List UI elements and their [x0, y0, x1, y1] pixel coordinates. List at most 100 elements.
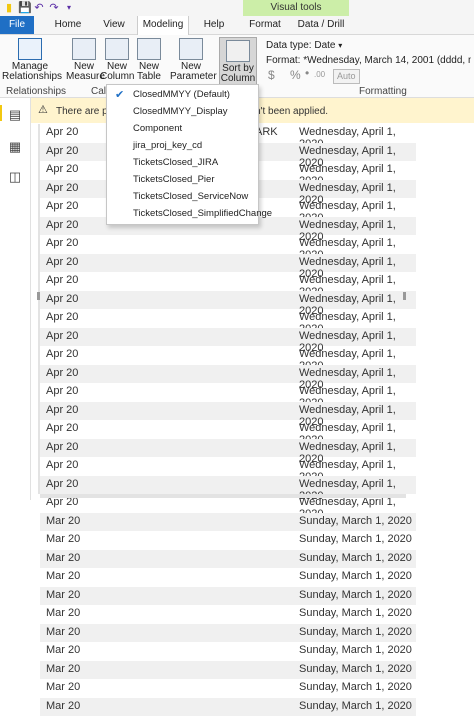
month-cell: Apr 20 — [46, 274, 79, 286]
report-view-icon[interactable]: ▤ — [8, 108, 22, 122]
table-row[interactable]: Apr 20Wednesday, April 1, 2020 — [40, 401, 416, 428]
format-dropdown[interactable]: Format: *Wednesday, March 14, 2001 (dddd… — [266, 55, 471, 66]
visual-tools-group-label: Visual tools — [243, 0, 349, 16]
table-row[interactable]: Mar 20 Sunday, March 1, 2020 — [40, 549, 416, 568]
table-row[interactable]: Apr 20Wednesday, April 1, 2020 — [40, 383, 416, 409]
table-row[interactable]: Apr 20Wednesday, April 1, 2020 — [40, 235, 416, 261]
table-icon — [137, 38, 161, 60]
tab-view[interactable]: View — [96, 16, 132, 34]
month-cell: Apr 20 — [46, 385, 79, 397]
new-parameter-button[interactable]: New Parameter — [170, 38, 217, 82]
month-cell: Mar 20 — [46, 570, 81, 582]
sort-column-option[interactable]: jira_proj_key_cd — [133, 140, 202, 151]
month-cell: Mar 20 — [46, 662, 81, 675]
sort-column-option[interactable]: TicketsClosed_JIRA — [133, 157, 218, 168]
checkmark-icon: ✔ — [115, 89, 125, 101]
table-row[interactable]: Mar 20 Sunday, March 1, 2020 — [40, 605, 416, 623]
table-row[interactable]: Apr 20Wednesday, April 1, 2020 — [40, 253, 416, 280]
table-row[interactable]: Apr 20Wednesday, April 1, 2020 — [40, 457, 416, 483]
table-row[interactable]: Mar 20 Sunday, March 1, 2020 — [40, 586, 416, 605]
table-row[interactable]: Apr 20Wednesday, April 1, 2020 — [40, 327, 416, 354]
tab-format[interactable]: Format — [244, 16, 286, 34]
date-cell: Sunday, March 1, 2020 — [299, 551, 412, 564]
new-table-label: New Table — [137, 61, 161, 82]
sort-by-column-button[interactable]: Sort by Column — [219, 40, 257, 84]
new-measure-button[interactable]: New Measure — [66, 38, 105, 82]
table-row[interactable]: Apr 20Wednesday, April 1, 2020 — [40, 420, 416, 446]
month-cell: Apr 20 — [46, 366, 79, 379]
table-row[interactable]: Apr 20Wednesday, April 1, 2020 — [40, 290, 416, 317]
date-cell: Sunday, March 1, 2020 — [299, 607, 412, 619]
manage-relationships-button[interactable]: Manage Relationships — [2, 38, 62, 82]
decimal-places-input[interactable]: Auto — [333, 69, 360, 84]
month-cell: Mar 20 — [46, 533, 81, 545]
banner-text-right: n't been applied. — [255, 106, 329, 117]
percent-button[interactable]: % — [290, 68, 301, 82]
month-cell: Mar 20 — [46, 625, 81, 638]
table-row[interactable]: Apr 20Wednesday, April 1, 2020 — [40, 309, 416, 335]
date-cell: Sunday, March 1, 2020 — [299, 644, 412, 656]
data-view-icon[interactable]: ▦ — [8, 140, 22, 154]
tab-file[interactable]: File — [0, 16, 34, 34]
table-row[interactable]: Mar 20 Sunday, March 1, 2020 — [40, 512, 416, 531]
horizontal-scrollbar[interactable] — [40, 494, 406, 498]
month-cell: Apr 20 — [46, 255, 79, 268]
date-cell: Sunday, March 1, 2020 — [299, 514, 412, 527]
month-cell: Apr 20 — [46, 459, 79, 471]
warning-icon: ⚠ — [38, 104, 48, 116]
currency-button[interactable]: $ — [268, 68, 275, 82]
sort-column-option[interactable]: ClosedMMYY (Default) — [133, 89, 230, 100]
group-formatting-label: Formatting — [359, 86, 407, 97]
table-row[interactable]: Mar 20 Sunday, March 1, 2020 — [40, 623, 416, 642]
resize-handle-right[interactable] — [403, 292, 406, 300]
month-cell: Apr 20 — [46, 329, 79, 342]
tab-home[interactable]: Home — [50, 16, 86, 34]
data-type-dropdown[interactable]: Data type: Date ▾ — [266, 40, 342, 51]
redo-icon[interactable]: ↷ — [48, 2, 60, 14]
decimal-places-button[interactable]: .00 — [314, 70, 325, 79]
model-view-icon[interactable]: ◫ — [8, 170, 22, 184]
table-row[interactable]: Mar 20 Sunday, March 1, 2020 — [40, 642, 416, 660]
month-cell: Apr 20 — [46, 181, 79, 194]
date-cell: Sunday, March 1, 2020 — [299, 570, 412, 582]
table-row[interactable]: Mar 20 Sunday, March 1, 2020 — [40, 679, 416, 697]
customize-qat-icon[interactable]: ▾ — [63, 2, 75, 14]
table-row[interactable]: Apr 20Wednesday, April 1, 2020 — [40, 272, 416, 298]
sort-column-option[interactable]: ClosedMMYY_Display — [133, 106, 228, 117]
table-row[interactable]: Mar 20 Sunday, March 1, 2020 — [40, 531, 416, 549]
month-cell: Apr 20 — [46, 292, 79, 305]
table-row[interactable]: Apr 20Wednesday, April 1, 2020 — [40, 475, 416, 502]
tab-help[interactable]: Help — [196, 16, 232, 34]
table-row[interactable]: Apr 20Wednesday, April 1, 2020 — [40, 438, 416, 465]
comma-style-button[interactable]: • — [305, 66, 309, 80]
resize-handle-left[interactable] — [37, 292, 40, 300]
month-cell: Apr 20 — [46, 144, 79, 157]
month-cell: Apr 20 — [46, 163, 79, 175]
calculator-icon — [72, 38, 96, 60]
save-icon[interactable]: 💾 — [18, 2, 32, 14]
tab-modeling[interactable]: Modeling — [137, 16, 189, 35]
date-cell: Sunday, March 1, 2020 — [299, 533, 412, 545]
date-cell: Sunday, March 1, 2020 — [299, 662, 412, 675]
column-icon — [105, 38, 129, 60]
table-row[interactable]: Mar 20 Sunday, March 1, 2020 — [40, 697, 416, 716]
undo-icon[interactable]: ↶ — [33, 2, 45, 14]
new-column-button[interactable]: New Column — [100, 38, 134, 82]
date-cell: Sunday, March 1, 2020 — [299, 588, 412, 601]
month-cell: Mar 20 — [46, 699, 81, 712]
new-table-button[interactable]: New Table — [136, 38, 162, 82]
month-cell: Apr 20 — [46, 348, 79, 360]
sort-column-option[interactable]: TicketsClosed_SimplifiedChange — [133, 208, 272, 219]
new-parameter-label: New Parameter — [170, 61, 217, 82]
sort-column-option[interactable]: TicketsClosed_Pier — [133, 174, 214, 185]
sort-column-option[interactable]: TicketsClosed_ServiceNow — [133, 191, 248, 202]
tab-data-drill[interactable]: Data / Drill — [292, 16, 350, 34]
table-row[interactable]: Apr 20Wednesday, April 1, 2020 — [40, 364, 416, 391]
table-row[interactable]: Mar 20 Sunday, March 1, 2020 — [40, 568, 416, 586]
sort-column-option[interactable]: Component — [133, 123, 182, 134]
table-row[interactable]: Apr 20Wednesday, April 1, 2020 — [40, 346, 416, 372]
sort-by-column-label: Sort by Column — [220, 63, 256, 84]
chevron-down-icon: ▾ — [338, 41, 343, 50]
table-row[interactable]: Mar 20 Sunday, March 1, 2020 — [40, 660, 416, 679]
date-cell: Sunday, March 1, 2020 — [299, 625, 412, 638]
